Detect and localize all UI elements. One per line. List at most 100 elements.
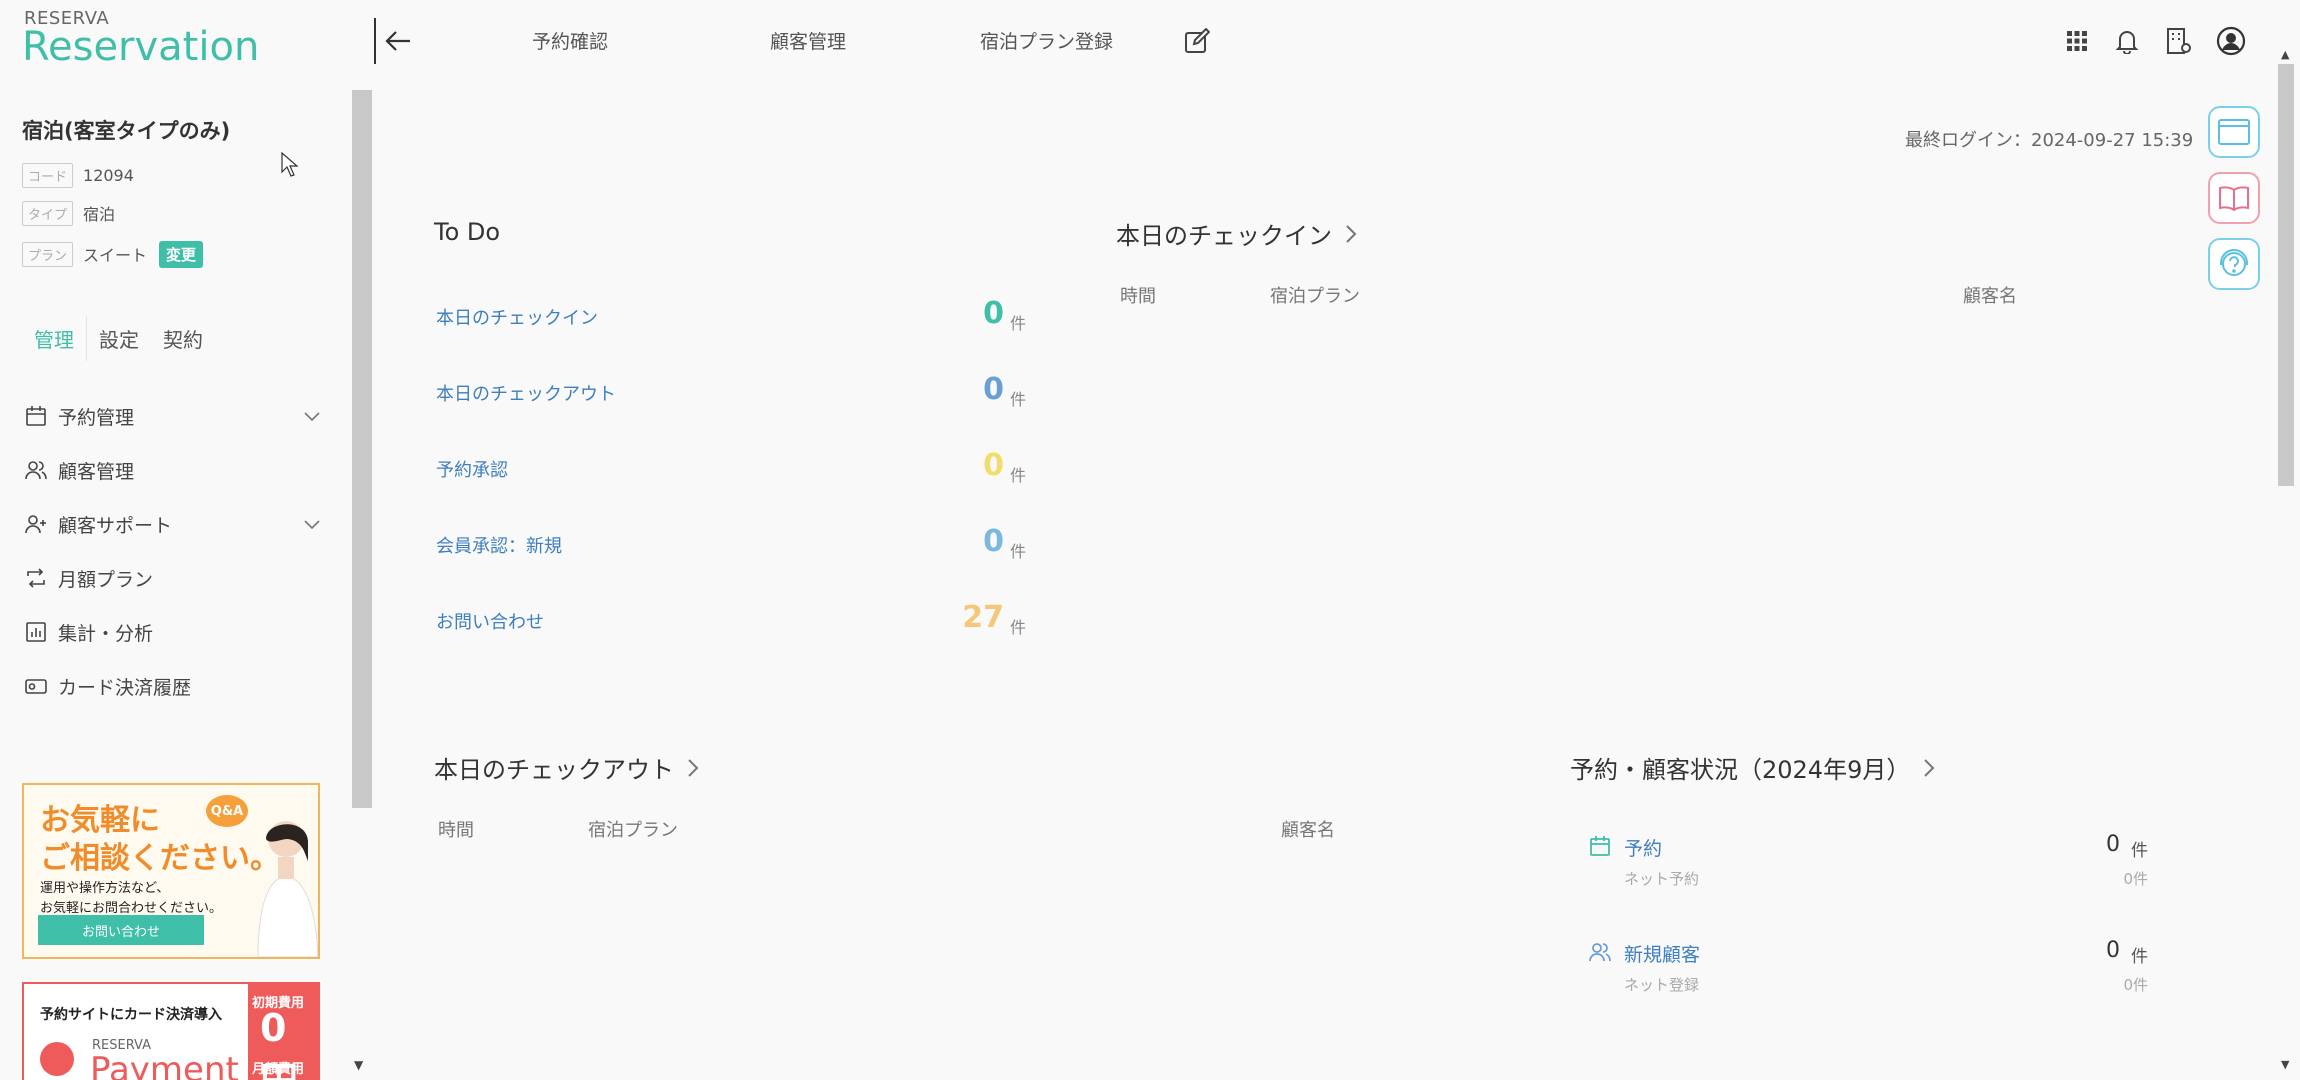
window-icon[interactable] xyxy=(2208,106,2260,158)
todo-count: 0 xyxy=(983,372,1004,407)
sidebar: RESERVA Reservation 宿泊(客室タイプのみ) コード 1209… xyxy=(0,0,353,1080)
edit-icon[interactable] xyxy=(1180,24,1214,58)
type-tag: タイプ xyxy=(22,200,74,226)
status-section-title[interactable]: 予約・顧客状況（2024年9月） xyxy=(1570,750,1936,785)
calendar-icon xyxy=(22,402,50,430)
chevron-right-icon[interactable] xyxy=(686,757,700,779)
todo-unit: 件 xyxy=(1009,542,1026,561)
change-plan-button[interactable]: 変更 xyxy=(159,240,204,268)
checkout-title[interactable]: 本日のチェックアウト xyxy=(434,750,674,785)
manual-book-icon[interactable] xyxy=(2208,172,2260,224)
header-divider xyxy=(374,18,376,64)
todo-label[interactable]: 予約承認 xyxy=(436,456,508,482)
shop-code-row: コード 12094 xyxy=(22,161,134,189)
todo-label[interactable]: 会員承認：新規 xyxy=(436,532,562,558)
stat-sub-value: 0件 xyxy=(2123,870,2148,888)
todo-unit: 件 xyxy=(1009,314,1026,333)
brand-logo[interactable]: Reservation xyxy=(22,24,259,70)
sidebar-item-label: 顧客サポート xyxy=(58,514,173,537)
payment-brand: Payment xyxy=(90,1050,239,1080)
calendar-icon xyxy=(1588,834,1612,858)
checkout-col-time: 時間 xyxy=(438,820,474,841)
stat-value: 0 xyxy=(2106,832,2120,857)
todo-count: 0 xyxy=(983,524,1004,559)
banner-subtext: 運用や操作方法など、 お気軽にお問合わせください。 xyxy=(40,879,222,919)
building-settings-icon[interactable] xyxy=(2162,24,2196,58)
scroll-down-arrow-icon[interactable]: ▼ xyxy=(354,1058,363,1072)
todo-item-approval[interactable]: 予約承認 0 件 xyxy=(436,448,1026,488)
support-headset-icon[interactable] xyxy=(2208,238,2260,290)
sidebar-item-label: 月額プラン xyxy=(58,568,154,591)
shop-type: 宿泊 xyxy=(83,205,116,224)
chevron-down-icon[interactable] xyxy=(302,406,322,426)
sidebar-item-label: カード決済履歴 xyxy=(58,676,192,699)
users-icon xyxy=(22,456,50,484)
todo-unit: 件 xyxy=(1009,466,1026,485)
consult-banner[interactable]: お気軽に ご相談ください。 Q&A 運用や操作方法など、 お気軽にお問合わせくだ… xyxy=(22,783,320,959)
stat-label[interactable]: 予約 xyxy=(1624,834,1662,861)
checkin-section-title[interactable]: 本日のチェックイン xyxy=(1116,216,1358,251)
sidebar-item-support[interactable]: 顧客サポート xyxy=(22,504,322,544)
card-icon xyxy=(22,672,50,700)
payment-banner[interactable]: 予約サイトにカード決済導入 RESERVA Payment 初期費用 0円 月額… xyxy=(22,982,320,1080)
todo-item-member-approval[interactable]: 会員承認：新規 0 件 xyxy=(436,524,1026,564)
sidebar-item-card-history[interactable]: カード決済履歴 xyxy=(22,666,322,706)
checkin-col-plan: 宿泊プラン xyxy=(1270,286,1360,307)
fee-panel: 初期費用 0円 月額費用 xyxy=(248,984,318,1080)
operator-illustration xyxy=(256,807,318,957)
todo-count: 0 xyxy=(983,448,1004,483)
collapse-sidebar-icon[interactable] xyxy=(384,28,414,54)
payment-headline: 予約サイトにカード決済導入 xyxy=(40,1007,222,1023)
header-link-plan-register[interactable]: 宿泊プラン登録 xyxy=(980,27,1113,54)
stat-label[interactable]: 新規顧客 xyxy=(1624,940,1700,967)
shop-plan-row: プラン スイート 変更 xyxy=(22,240,204,268)
plan-tag: プラン xyxy=(22,241,74,267)
todo-item-checkin[interactable]: 本日のチェックイン 0 件 xyxy=(436,296,1026,336)
sidebar-item-analytics[interactable]: 集計・分析 xyxy=(22,612,322,652)
todo-count: 0 xyxy=(983,296,1004,331)
sidebar-item-monthly-plan[interactable]: 月額プラン xyxy=(22,558,322,598)
sidebar-item-reservations[interactable]: 予約管理 xyxy=(22,396,322,436)
checkout-col-plan: 宿泊プラン xyxy=(588,820,678,841)
chevron-right-icon[interactable] xyxy=(1344,223,1358,245)
chevron-right-icon[interactable] xyxy=(1922,757,1936,779)
sidebar-item-customers[interactable]: 顧客管理 xyxy=(22,450,322,490)
sidebar-scrollbar[interactable] xyxy=(352,90,372,808)
scroll-up-arrow-icon[interactable]: ▲ xyxy=(2281,48,2289,61)
main-scrollbar[interactable] xyxy=(2278,64,2294,486)
monthly-fee-label: 月額費用 xyxy=(252,1062,305,1077)
todo-item-inquiries[interactable]: お問い合わせ 27 件 xyxy=(436,600,1026,640)
shop-code: 12094 xyxy=(83,165,134,185)
banner-subtext-1: 運用や操作方法など、 xyxy=(40,881,170,896)
tab-settings[interactable]: 設定 xyxy=(87,316,151,361)
header-link-reservation-check[interactable]: 予約確認 xyxy=(532,27,608,54)
stat-unit: 件 xyxy=(2131,947,2148,967)
mouse-cursor-icon xyxy=(281,152,299,178)
todo-item-checkout[interactable]: 本日のチェックアウト 0 件 xyxy=(436,372,1026,412)
apps-grid-icon[interactable] xyxy=(2060,24,2094,58)
chevron-down-icon[interactable] xyxy=(302,514,322,534)
sidebar-item-label: 予約管理 xyxy=(58,406,135,429)
sidebar-item-label: 顧客管理 xyxy=(58,460,135,483)
contact-button[interactable]: お問い合わせ xyxy=(38,915,204,945)
chart-icon xyxy=(22,618,50,646)
bell-icon[interactable] xyxy=(2110,24,2144,58)
status-title[interactable]: 予約・顧客状況（2024年9月） xyxy=(1570,750,1910,785)
stat-unit: 件 xyxy=(2131,841,2148,861)
status-new-customers[interactable]: 新規顧客 0 件 ネット登録 0件 xyxy=(1588,938,2148,1000)
scroll-down-arrow-icon[interactable]: ▼ xyxy=(2281,1058,2289,1071)
code-tag: コード xyxy=(22,162,74,188)
todo-count: 27 xyxy=(962,600,1004,635)
account-icon[interactable] xyxy=(2214,24,2248,58)
todo-label[interactable]: 本日のチェックアウト xyxy=(436,380,616,406)
todo-label[interactable]: お問い合わせ xyxy=(436,608,544,634)
checkin-col-time: 時間 xyxy=(1120,286,1156,307)
checkin-col-customer: 顧客名 xyxy=(1963,286,2017,307)
todo-label[interactable]: 本日のチェックイン xyxy=(436,304,598,330)
checkout-section-title[interactable]: 本日のチェックアウト xyxy=(434,750,700,785)
header-link-customers[interactable]: 顧客管理 xyxy=(770,27,846,54)
checkin-title[interactable]: 本日のチェックイン xyxy=(1116,216,1332,251)
tab-manage[interactable]: 管理 xyxy=(22,316,87,361)
tab-contract[interactable]: 契約 xyxy=(151,316,215,361)
status-reservations[interactable]: 予約 0 件 ネット予約 0件 xyxy=(1588,832,2148,894)
